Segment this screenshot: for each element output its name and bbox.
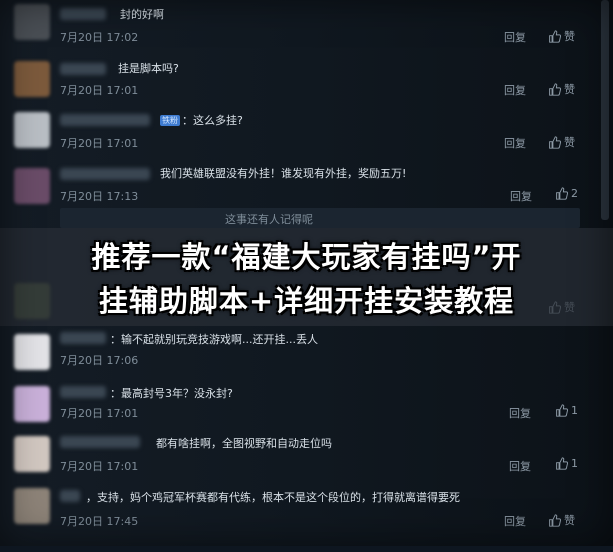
avatar[interactable] [14, 488, 50, 524]
avatar[interactable] [14, 334, 50, 370]
like-count: 赞 [564, 514, 575, 527]
username-blurred[interactable] [60, 386, 106, 398]
banner-line-1: 推荐一款“福建大玩家有挂吗”开 [91, 240, 522, 274]
comment-time: 7月20日 17:01 [60, 407, 139, 420]
like-button[interactable]: 1 [555, 457, 578, 470]
like-button[interactable]: 赞 [548, 28, 575, 44]
reply-button[interactable]: 回复 [510, 188, 532, 204]
comment-time: 7月20日 17:01 [60, 84, 139, 97]
username-blurred[interactable] [60, 114, 150, 126]
comment-text: 封的好啊 [120, 8, 164, 21]
reply-button[interactable]: 回复 [504, 513, 526, 529]
avatar[interactable] [14, 112, 50, 148]
comment-text: ：输不起就别玩竞技游戏啊...还开挂...丢人 [110, 333, 318, 346]
scrollbar[interactable] [601, 0, 609, 220]
comment-time: 7月20日 17:01 [60, 460, 139, 473]
comment-text: ：最高封号3年？没永封? [110, 387, 233, 400]
thumbs-up-icon [556, 404, 568, 417]
comment-time: 7月20日 17:45 [60, 515, 139, 528]
username-blurred[interactable] [60, 168, 150, 180]
like-button[interactable]: 1 [555, 404, 578, 417]
like-count: 赞 [564, 83, 575, 96]
like-button[interactable]: 赞 [548, 81, 575, 97]
thumbs-up-icon [549, 513, 561, 527]
comment-text: 都有啥挂啊，全图视野和自动走位吗 [156, 437, 332, 450]
thumbs-up-icon [556, 187, 568, 200]
like-button[interactable]: 2 [555, 187, 578, 200]
username-blurred[interactable] [60, 436, 140, 448]
banner-line-2: 挂辅助脚本+详细开挂安装教程 [98, 284, 515, 318]
comment-time: 7月20日 17:06 [60, 354, 139, 367]
sub-reply-text: 这事还有人记得呢 [225, 213, 313, 226]
thumbs-up-icon [549, 135, 561, 149]
comment-text: 我们英雄联盟没有外挂！谁发现有外挂，奖励五万! [160, 167, 407, 180]
like-button[interactable]: 赞 [548, 512, 575, 528]
avatar[interactable] [14, 168, 50, 204]
reply-button[interactable]: 回复 [504, 135, 526, 151]
avatar[interactable] [14, 61, 50, 97]
promo-banner: 推荐一款“福建大玩家有挂吗”开 挂辅助脚本+详细开挂安装教程 [0, 228, 613, 326]
fan-badge: 铁粉 [160, 115, 180, 126]
comment-time: 7月20日 17:13 [60, 190, 139, 203]
like-count: 1 [571, 457, 578, 470]
thumbs-up-icon [549, 29, 561, 43]
comment-text: ，支持，妈个鸡冠军杯赛都有代练，根本不是这个段位的，打得就离谱得要死 [86, 491, 460, 504]
reply-button[interactable]: 回复 [504, 29, 526, 45]
comment-text: 铁粉 ：这么多挂? [160, 112, 243, 128]
username-blurred[interactable] [60, 8, 106, 20]
avatar[interactable] [14, 386, 50, 422]
comment-body: ：这么多挂? [182, 114, 243, 127]
thumbs-up-icon [549, 82, 561, 96]
username-blurred[interactable] [60, 490, 80, 502]
reply-button[interactable]: 回复 [509, 405, 531, 421]
comment-text: 挂是脚本吗? [118, 62, 179, 75]
reply-button[interactable]: 回复 [504, 82, 526, 98]
comment-item: ，支持，妈个鸡冠军杯赛都有代练，根本不是这个段位的，打得就离谱得要死 7月20日… [0, 484, 600, 552]
avatar[interactable] [14, 4, 50, 40]
like-count: 赞 [564, 30, 575, 43]
like-count: 1 [571, 404, 578, 417]
thumbs-up-icon [556, 457, 568, 470]
username-blurred[interactable] [60, 332, 106, 344]
username-blurred[interactable] [60, 63, 106, 75]
avatar[interactable] [14, 436, 50, 472]
like-button[interactable]: 赞 [548, 134, 575, 150]
like-count: 2 [571, 187, 578, 200]
comment-time: 7月20日 17:02 [60, 31, 139, 44]
reply-button[interactable]: 回复 [509, 458, 531, 474]
comment-time: 7月20日 17:01 [60, 137, 139, 150]
like-count: 赞 [564, 136, 575, 149]
sub-reply-preview[interactable]: 这事还有人记得呢 [60, 208, 580, 228]
